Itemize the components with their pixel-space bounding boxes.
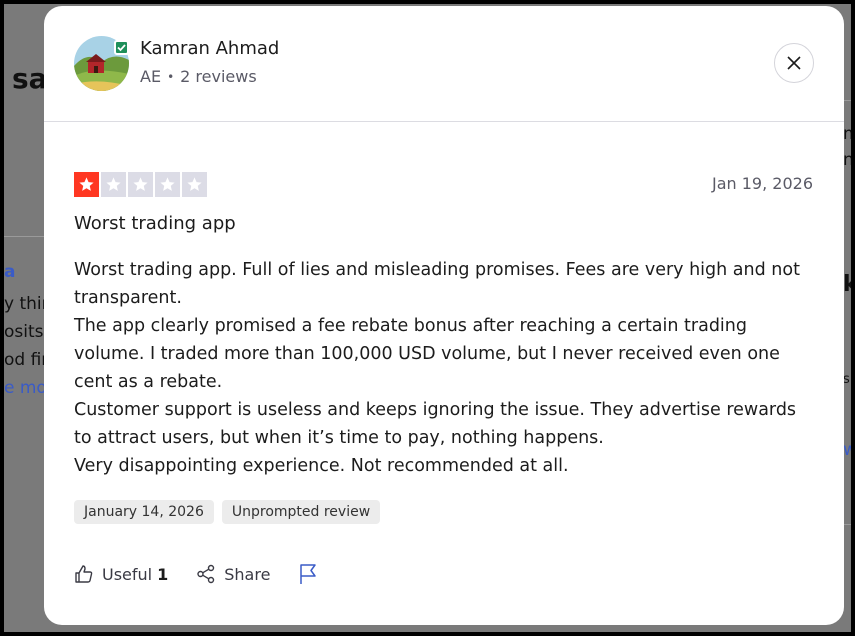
review-date: Jan 19, 2026 — [712, 174, 813, 193]
close-icon — [787, 56, 801, 70]
experience-date-tag: January 14, 2026 — [74, 500, 214, 524]
report-button[interactable] — [298, 563, 318, 585]
unprompted-review-tag: Unprompted review — [221, 500, 381, 524]
reviewer-header: Kamran Ahmad AE • 2 reviews — [44, 6, 844, 122]
verified-badge — [114, 40, 129, 55]
bg-text-fragment: k — [843, 272, 851, 297]
star-rating — [74, 172, 207, 197]
bg-heading-fragment: sa — [12, 62, 48, 95]
review-paragraph: Customer support is useless and keeps ig… — [74, 400, 797, 448]
share-button[interactable]: Share — [196, 564, 270, 584]
bg-text-fragment: osits — [4, 322, 44, 342]
useful-button[interactable]: Useful 1 — [74, 564, 168, 584]
bg-divider — [843, 100, 851, 101]
review-body: Worst trading app. Full of lies and misl… — [74, 256, 814, 480]
share-icon — [197, 564, 215, 584]
star-empty-icon — [182, 172, 207, 197]
bg-text-fragment: ne — [843, 150, 851, 170]
reviewer-country: AE — [140, 67, 162, 86]
bg-read-more-link[interactable]: e mo — [4, 378, 47, 398]
bg-text-fragment: m — [843, 124, 851, 144]
reviewer-review-count: 2 reviews — [180, 67, 257, 86]
useful-label: Useful — [102, 564, 153, 584]
reviewer-meta: AE • 2 reviews — [140, 67, 257, 86]
check-icon — [117, 44, 126, 52]
star-empty-icon — [101, 172, 126, 197]
flag-icon — [300, 564, 317, 584]
close-button[interactable] — [774, 43, 814, 83]
review-dialog: Kamran Ahmad AE • 2 reviews Jan 19, 2026… — [44, 6, 844, 625]
bg-text-fragment: a — [4, 262, 16, 282]
share-label: Share — [224, 564, 271, 584]
useful-count: 1 — [157, 564, 169, 584]
review-paragraph: Worst trading app. Full of lies and misl… — [74, 260, 800, 308]
bg-divider — [843, 524, 851, 525]
meta-separator: • — [167, 69, 175, 84]
review-tags: January 14, 2026 Unprompted review — [74, 500, 381, 524]
bg-divider — [4, 236, 44, 237]
star-empty-icon — [128, 172, 153, 197]
review-paragraph: The app clearly promised a fee rebate bo… — [74, 316, 780, 392]
star-empty-icon — [155, 172, 180, 197]
reviewer-name[interactable]: Kamran Ahmad — [140, 38, 279, 59]
star-filled-icon — [74, 172, 99, 197]
bg-text-fragment: w — [843, 440, 851, 460]
thumbs-up-icon — [75, 565, 93, 583]
review-title: Worst trading app — [74, 213, 236, 234]
review-actions: Useful 1 Share — [74, 563, 318, 585]
bg-text-fragment: s — [843, 372, 850, 387]
review-paragraph: Very disappointing experience. Not recom… — [74, 456, 569, 476]
